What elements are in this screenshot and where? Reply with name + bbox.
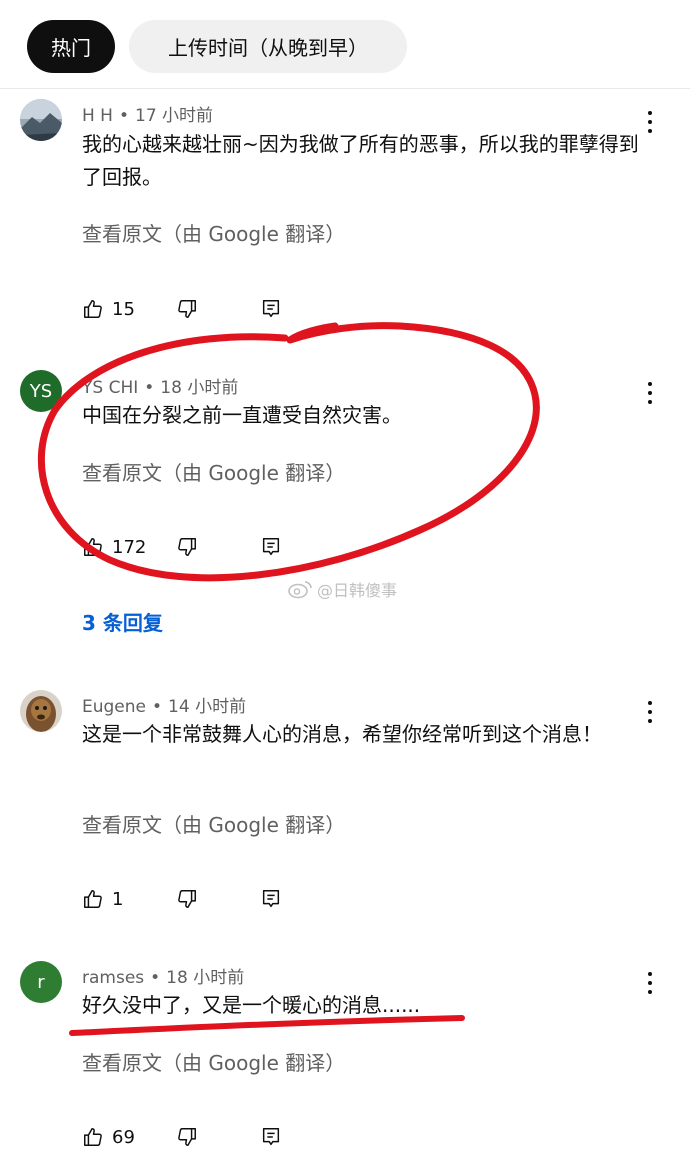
watermark-text: @日韩傻事: [317, 581, 398, 600]
like-count: 69: [112, 1126, 135, 1148]
comment-actions: 15: [82, 298, 382, 328]
comment-time: 18 小时前: [166, 968, 245, 988]
comment-time: 18 小时前: [160, 378, 239, 398]
thumb-up-icon: [84, 538, 102, 556]
like-count: 15: [112, 298, 135, 320]
comment-text: 中国在分裂之前一直遭受自然灾害。: [82, 403, 402, 427]
reply-comment-icon: [262, 1128, 280, 1146]
thumb-up-icon: [84, 1128, 102, 1146]
comment-time: 17 小时前: [135, 106, 214, 126]
avatar[interactable]: YS: [20, 370, 62, 412]
thumb-down-icon: [178, 538, 196, 556]
chip-bar-divider: [0, 88, 690, 89]
author-name[interactable]: Eugene: [82, 697, 146, 717]
avatar[interactable]: r: [20, 961, 62, 1003]
like-count: 1: [112, 888, 124, 910]
sort-chip-bar: 热门 上传时间（从晚到早）: [0, 0, 690, 90]
see-original-link[interactable]: 查看原文（由 Google 翻译）: [82, 457, 345, 486]
reply-button[interactable]: [260, 536, 282, 558]
thumb-up-icon: [84, 890, 102, 908]
like-button[interactable]: 172: [82, 536, 146, 558]
landscape-avatar-image: [20, 99, 62, 141]
see-original-link[interactable]: 查看原文（由 Google 翻译）: [82, 809, 345, 838]
reply-comment-icon: [262, 890, 280, 908]
avatar[interactable]: [20, 690, 62, 732]
comment-text: 我的心越来越壮丽~因为我做了所有的恶事，所以我的罪孽得到了回报。: [82, 132, 639, 189]
comment-actions: 69: [82, 1126, 382, 1156]
chip-top[interactable]: 热门: [27, 20, 115, 73]
thumb-down-icon: [178, 300, 196, 318]
see-original-link[interactable]: 查看原文（由 Google 翻译）: [82, 1047, 345, 1076]
like-button[interactable]: 15: [82, 298, 135, 320]
comment-meta: H H • 17 小时前: [82, 101, 213, 126]
like-count: 172: [112, 536, 147, 558]
watermark: @日韩傻事: [287, 577, 397, 601]
comment-time: 14 小时前: [168, 697, 247, 717]
more-vertical-icon[interactable]: [640, 109, 660, 135]
meta-separator: •: [144, 378, 155, 398]
thumb-down-icon: [178, 890, 196, 908]
more-vertical-icon[interactable]: [640, 970, 660, 996]
thumb-down-icon: [178, 1128, 196, 1146]
see-original-link[interactable]: 查看原文（由 Google 翻译）: [82, 218, 345, 247]
dislike-button[interactable]: [176, 1126, 198, 1148]
comment-meta: Eugene • 14 小时前: [82, 692, 246, 717]
like-button[interactable]: 69: [82, 1126, 135, 1148]
chip-newest-first[interactable]: 上传时间（从晚到早）: [129, 20, 407, 73]
comment-actions: 172: [82, 536, 382, 566]
reply-button[interactable]: [260, 888, 282, 910]
like-button[interactable]: 1: [82, 888, 123, 910]
reply-comment-icon: [262, 300, 280, 318]
meta-separator: •: [150, 968, 161, 988]
character-avatar-image: [20, 690, 62, 732]
author-name[interactable]: ramses: [82, 968, 144, 988]
reply-button[interactable]: [260, 298, 282, 320]
meta-separator: •: [118, 106, 130, 126]
meta-separator: •: [152, 697, 163, 717]
more-vertical-icon[interactable]: [640, 380, 660, 406]
comment-meta: ramses • 18 小时前: [82, 963, 244, 988]
more-vertical-icon[interactable]: [640, 699, 660, 725]
thumb-up-icon: [84, 300, 102, 318]
comment-meta: YS CHI • 18 小时前: [82, 373, 238, 398]
comment-actions: 1: [82, 888, 382, 918]
author-name[interactable]: YS CHI: [82, 378, 138, 398]
dislike-button[interactable]: [176, 888, 198, 910]
author-name[interactable]: H H: [82, 106, 113, 126]
comment-text: 这是一个非常鼓舞人心的消息，希望你经常听到这个消息！: [82, 722, 602, 746]
reply-comment-icon: [262, 538, 280, 556]
dislike-button[interactable]: [176, 298, 198, 320]
reply-button[interactable]: [260, 1126, 282, 1148]
view-replies-link[interactable]: 3 条回复: [82, 607, 163, 636]
comment-text: 好久没中了，又是一个暖心的消息......: [82, 993, 421, 1017]
dislike-button[interactable]: [176, 536, 198, 558]
weibo-icon: [288, 581, 312, 599]
avatar[interactable]: [20, 99, 62, 141]
